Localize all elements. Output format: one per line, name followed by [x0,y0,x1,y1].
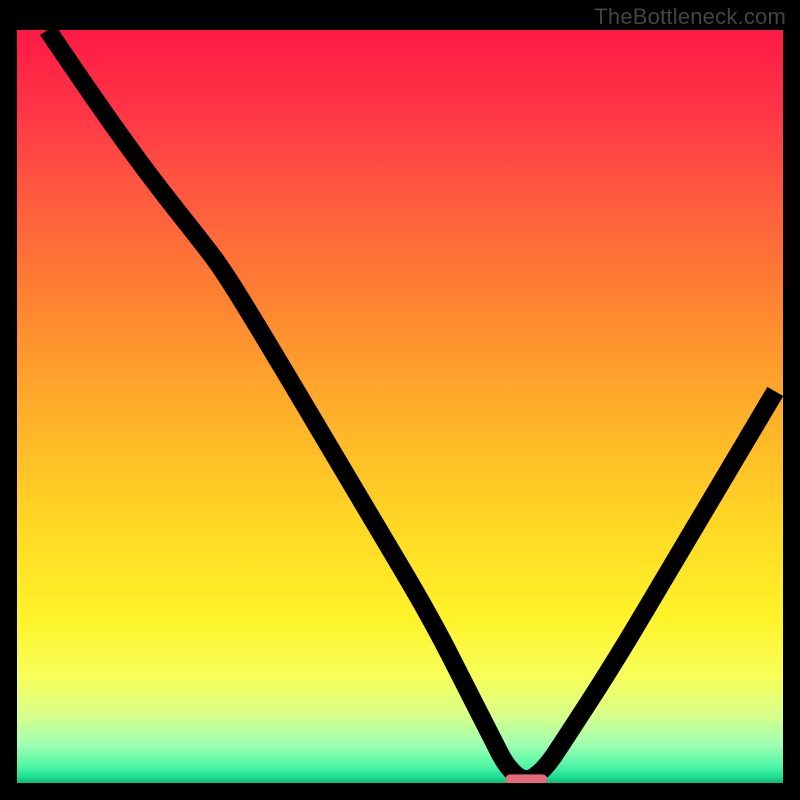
watermark-label: TheBottleneck.com [594,4,786,30]
optimal-marker [505,774,547,783]
plot-area [17,30,783,783]
bottleneck-chart [17,30,783,783]
chart-frame: TheBottleneck.com [0,0,800,800]
